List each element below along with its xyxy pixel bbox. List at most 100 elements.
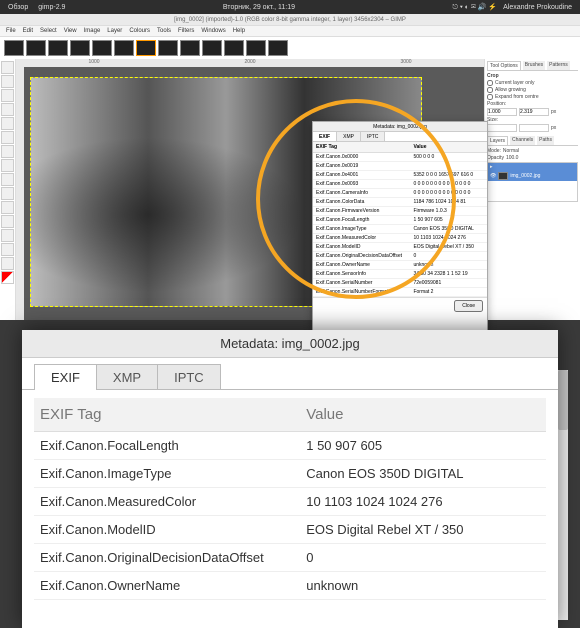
table-row[interactable]: Exif.Canon.ColorData1184 786 1024 1024 8… xyxy=(313,198,487,207)
tool-bucket[interactable] xyxy=(1,159,14,172)
image-tab[interactable] xyxy=(92,40,112,56)
tool-select[interactable] xyxy=(1,75,14,88)
size-w[interactable] xyxy=(487,124,517,132)
tab-iptc[interactable]: IPTC xyxy=(361,132,385,141)
cell-value: 5352 0 0 0 1657 697 616 0 xyxy=(413,172,484,178)
canvas[interactable]: 100020003000 Metadata: img_0002.jpg EXIF… xyxy=(16,59,484,320)
eye-icon[interactable]: 👁 xyxy=(490,173,496,179)
table-row[interactable]: Exif.Canon.OriginalDecisionDataOffset0 xyxy=(34,544,546,572)
tool-move[interactable] xyxy=(1,61,14,74)
image-tab[interactable] xyxy=(202,40,222,56)
table-row[interactable]: Exif.Canon.FirmwareVersionFirmware 1.0.3 xyxy=(313,207,487,216)
image-tab[interactable] xyxy=(180,40,200,56)
tab-patterns[interactable]: Patterns xyxy=(547,61,570,70)
image-tab[interactable] xyxy=(70,40,90,56)
layer-name[interactable]: img_0002.jpg xyxy=(510,173,540,179)
tool-scale[interactable] xyxy=(1,117,14,130)
tab-channels[interactable]: Channels xyxy=(510,136,535,145)
chk-current-layer[interactable] xyxy=(487,80,493,86)
table-row[interactable]: Exif.Canon.ImageTypeCanon EOS 350D DIGIT… xyxy=(34,460,546,488)
overview-btn[interactable]: Обзор xyxy=(8,4,28,11)
tool-gradient[interactable] xyxy=(1,173,14,186)
table-row[interactable]: Exif.Canon.CameraInfo0 0 0 0 0 0 0 0 0 0… xyxy=(313,189,487,198)
pos-y[interactable] xyxy=(519,108,549,116)
scrollbar-thumb[interactable] xyxy=(558,370,568,430)
user-name[interactable]: Alexandre Prokoudine xyxy=(503,4,572,11)
menu-edit[interactable]: Edit xyxy=(23,28,33,34)
tool-crop[interactable] xyxy=(1,89,14,102)
tab-layers[interactable]: Layers xyxy=(487,136,508,145)
close-button[interactable]: Close xyxy=(454,300,483,312)
image-tab[interactable] xyxy=(224,40,244,56)
table-row[interactable]: Exif.Canon.ModelIDEOS Digital Rebel XT /… xyxy=(313,243,487,252)
cell-tag: Exif.Canon.SerialNumberFormat xyxy=(316,289,413,295)
table-row[interactable]: Exif.Canon.SerialNumber72e0059081 xyxy=(313,279,487,288)
menu-bar[interactable]: File Edit Select View Image Layer Colour… xyxy=(0,26,580,37)
col-header-value[interactable]: Value xyxy=(300,398,546,431)
tab-iptc[interactable]: IPTC xyxy=(157,364,221,389)
image-tab[interactable] xyxy=(114,40,134,56)
table-row[interactable]: Exif.Canon.ModelIDEOS Digital Rebel XT /… xyxy=(34,516,546,544)
app-name[interactable]: gimp-2.9 xyxy=(38,4,65,11)
menu-layer[interactable]: Layer xyxy=(107,28,122,34)
image-tab[interactable] xyxy=(4,40,24,56)
tab-xmp[interactable]: XMP xyxy=(337,132,361,141)
menu-windows[interactable]: Windows xyxy=(201,28,225,34)
status-icons[interactable]: ⎋ ▾ ◐ ✉ 🔊 ⚡ xyxy=(452,3,497,12)
menu-image[interactable]: Image xyxy=(84,28,101,34)
menu-select[interactable]: Select xyxy=(40,28,57,34)
image-tab[interactable] xyxy=(48,40,68,56)
chk-allow-grow[interactable] xyxy=(487,87,493,93)
image-tab[interactable] xyxy=(246,40,266,56)
scrollbar[interactable] xyxy=(558,370,568,620)
window-title: [img_0002] (imported)-1.0 (RGB color 8-b… xyxy=(0,14,580,26)
tool-flip[interactable] xyxy=(1,131,14,144)
tool-text[interactable] xyxy=(1,145,14,158)
metadata-dialog-enlarged: Metadata: img_0002.jpg EXIF XMP IPTC EXI… xyxy=(22,330,558,628)
cell-tag: Exif.Canon.OwnerName xyxy=(316,262,413,268)
tool-smudge[interactable] xyxy=(1,243,14,256)
image-tab[interactable] xyxy=(158,40,178,56)
tool-eraser[interactable] xyxy=(1,215,14,228)
tab-brushes[interactable]: Brushes xyxy=(523,61,545,70)
menu-view[interactable]: View xyxy=(64,28,77,34)
menu-filters[interactable]: Filters xyxy=(178,28,194,34)
table-row[interactable]: Exif.Canon.OriginalDecisionDataOffset0 xyxy=(313,252,487,261)
table-row[interactable]: Exif.Canon.OwnerNameunknown xyxy=(34,572,546,600)
layer-item[interactable]: 👁 img_0002.jpg xyxy=(488,171,577,181)
image-tab-active[interactable] xyxy=(136,40,156,56)
table-row[interactable]: Exif.Canon.0x0000500 0 0 0 xyxy=(313,153,487,162)
tool-dodge[interactable] xyxy=(1,257,14,270)
tab-tool-options[interactable]: Tool Options xyxy=(487,61,521,70)
menu-help[interactable]: Help xyxy=(233,28,245,34)
table-row[interactable]: Exif.Canon.OwnerNameunknown xyxy=(313,261,487,270)
table-row[interactable]: Exif.Canon.FocalLength1 50 907 605 xyxy=(313,216,487,225)
tool-colors[interactable] xyxy=(1,271,14,284)
tool-pencil[interactable] xyxy=(1,187,14,200)
tool-rotate[interactable] xyxy=(1,103,14,116)
image-tab[interactable] xyxy=(26,40,46,56)
menu-tools[interactable]: Tools xyxy=(157,28,171,34)
tab-exif[interactable]: EXIF xyxy=(313,132,337,141)
table-row[interactable]: Exif.Canon.MeasuredColor10 1103 1024 102… xyxy=(34,488,546,516)
table-row[interactable]: Exif.Canon.MeasuredColor10 1103 1024 102… xyxy=(313,234,487,243)
table-row[interactable]: Exif.Canon.0x0019 xyxy=(313,162,487,171)
table-row[interactable]: Exif.Canon.0x40015352 0 0 0 1657 697 616… xyxy=(313,171,487,180)
tool-clone[interactable] xyxy=(1,229,14,242)
chk-expand-centre[interactable] xyxy=(487,94,493,100)
pos-x[interactable] xyxy=(487,108,517,116)
col-header-tag[interactable]: EXIF Tag xyxy=(34,398,300,431)
image-tab[interactable] xyxy=(268,40,288,56)
table-row[interactable]: Exif.Canon.ImageTypeCanon EOS 350D DIGIT… xyxy=(313,225,487,234)
menu-colours[interactable]: Colours xyxy=(129,28,150,34)
table-row[interactable]: Exif.Canon.FocalLength1 50 907 605 xyxy=(34,432,546,460)
tab-paths[interactable]: Paths xyxy=(537,136,554,145)
tab-exif[interactable]: EXIF xyxy=(34,364,97,389)
size-h[interactable] xyxy=(519,124,549,132)
table-row[interactable]: Exif.Canon.SensorInfo34 30 34 2328 1 1 5… xyxy=(313,270,487,279)
table-row[interactable]: Exif.Canon.SerialNumberFormatFormat 2 xyxy=(313,288,487,297)
menu-file[interactable]: File xyxy=(6,28,16,34)
tab-xmp[interactable]: XMP xyxy=(96,364,158,389)
tool-brush[interactable] xyxy=(1,201,14,214)
table-row[interactable]: Exif.Canon.0x00930 0 0 0 0 0 0 0 0 0 0 0… xyxy=(313,180,487,189)
